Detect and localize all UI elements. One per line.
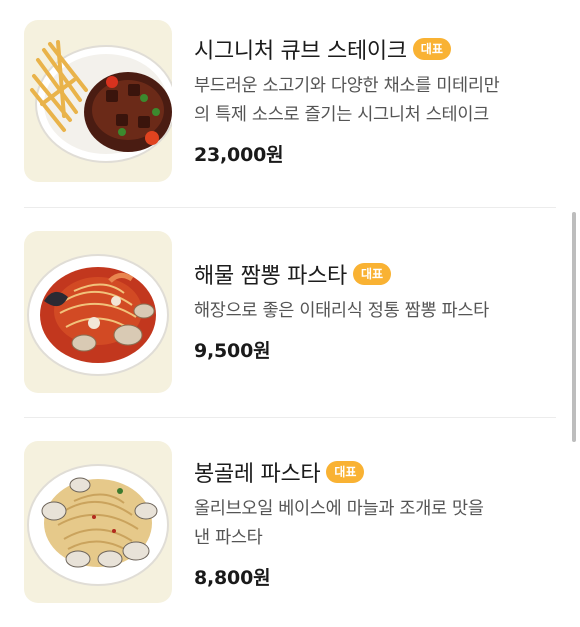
signature-badge: 대표 [326, 461, 365, 483]
menu-item-name: 해물 짬뽕 파스타 [194, 264, 347, 289]
menu-item-description: 부드러운 소고기와 다양한 채소를 미테리만 의 특제 소스로 즐기는 시그니처… [194, 72, 554, 130]
scrollbar[interactable] [572, 212, 576, 442]
menu-item-vongole-pasta[interactable]: 봉골레 파스타 대표 올리브오일 베이스에 마늘과 조개로 맛을 낸 파스타 8… [0, 441, 556, 605]
name-row: 시그니처 큐브 스테이크 대표 [194, 32, 554, 66]
menu-item-description: 올리브오일 베이스에 마늘과 조개로 맛을 낸 파스타 [194, 495, 554, 553]
seafood-pasta-photo [24, 231, 172, 393]
divider [24, 207, 556, 208]
description-line: 낸 파스타 [194, 528, 263, 548]
name-row: 해물 짬뽕 파스타 대표 [194, 257, 554, 291]
vongole-pasta-photo [24, 441, 172, 603]
signature-badge: 대표 [412, 38, 451, 60]
menu-item-info: 시그니처 큐브 스테이크 대표 부드러운 소고기와 다양한 채소를 미테리만 의… [194, 32, 554, 167]
signature-badge: 대표 [352, 263, 392, 285]
description-line: 올리브오일 베이스에 마늘과 조개로 맛을 [194, 499, 484, 519]
menu-item-price: 23,000원 [194, 144, 284, 166]
menu-item-price: 8,800원 [194, 567, 271, 589]
description-line: 부드러운 소고기와 다양한 채소를 미테리만 [194, 76, 500, 96]
description-line: 해장으로 좋은 이태리식 정통 짬뽕 파스타 [194, 301, 489, 321]
menu-item-info: 해물 짬뽕 파스타 대표 해장으로 좋은 이태리식 정통 짬뽕 파스타 9,50… [194, 257, 554, 363]
menu-item-name: 시그니처 큐브 스테이크 [194, 39, 407, 64]
menu-list: 시그니처 큐브 스테이크 대표 부드러운 소고기와 다양한 채소를 미테리만 의… [0, 0, 580, 627]
menu-item-seafood-jjamppong-pasta[interactable]: 해물 짬뽕 파스타 대표 해장으로 좋은 이태리식 정통 짬뽕 파스타 9,50… [0, 231, 556, 393]
menu-item-description: 해장으로 좋은 이태리식 정통 짬뽕 파스타 [194, 297, 554, 326]
menu-item-info: 봉골레 파스타 대표 올리브오일 베이스에 마늘과 조개로 맛을 낸 파스타 8… [194, 455, 554, 590]
menu-item-name: 봉골레 파스타 [194, 462, 321, 487]
menu-item-price: 9,500원 [194, 340, 271, 362]
steak-photo [24, 20, 172, 182]
menu-item-signature-steak[interactable]: 시그니처 큐브 스테이크 대표 부드러운 소고기와 다양한 채소를 미테리만 의… [0, 20, 556, 184]
divider [24, 417, 556, 418]
name-row: 봉골레 파스타 대표 [194, 455, 554, 489]
description-line: 의 특제 소스로 즐기는 시그니처 스테이크 [194, 105, 489, 125]
